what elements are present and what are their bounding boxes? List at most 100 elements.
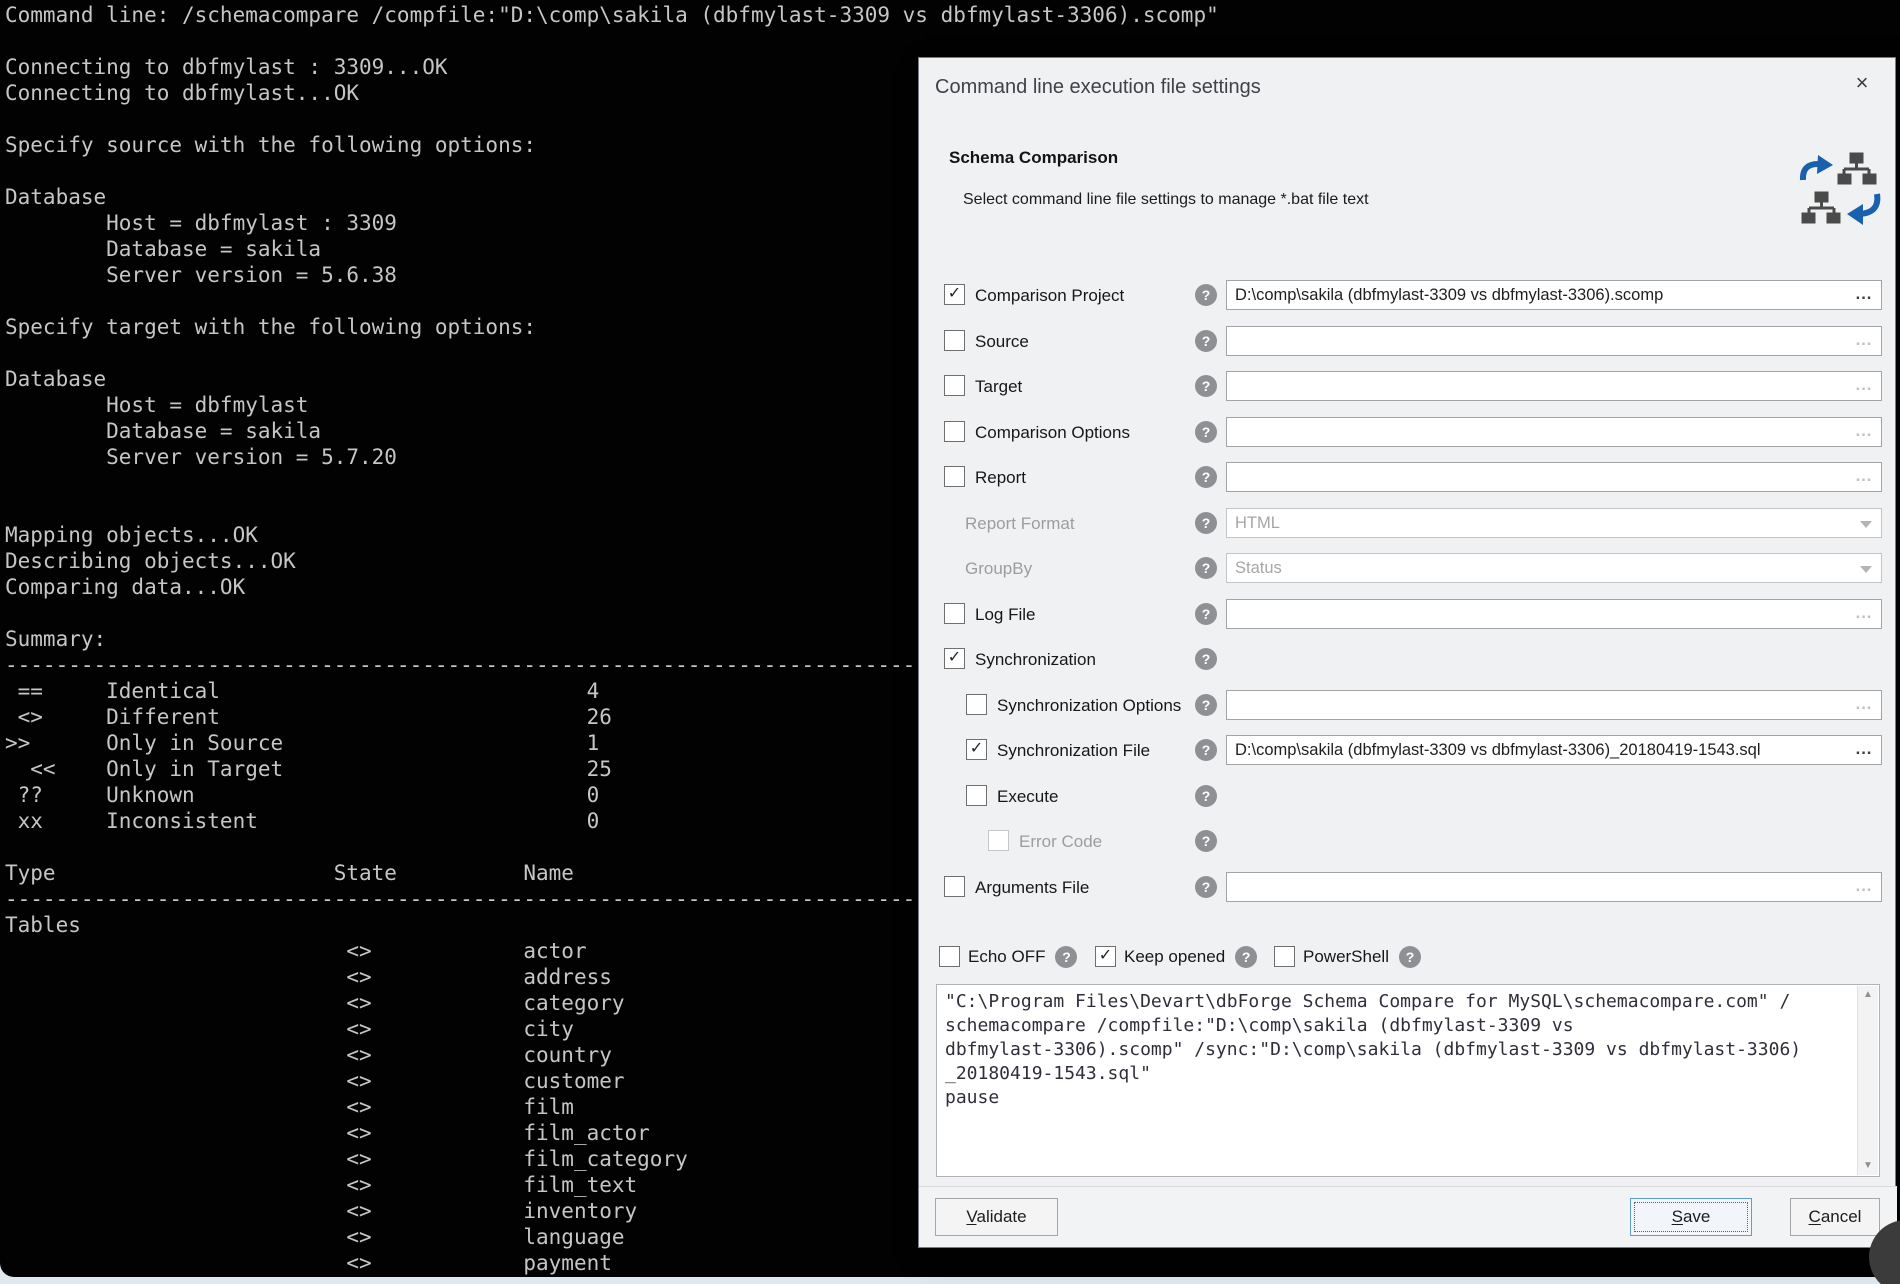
- target-browse-button[interactable]: ...: [1850, 372, 1878, 398]
- option-echo-off: Echo OFF?: [939, 934, 1077, 979]
- log-file-label: Log File: [975, 592, 1035, 637]
- report-format-dropdown-icon: [1860, 521, 1872, 528]
- report-input[interactable]: ...: [1226, 462, 1882, 492]
- echo-off-label: Echo OFF: [968, 947, 1045, 967]
- setting-row-log-file: Log File?...: [919, 592, 1897, 638]
- setting-row-synchronization: ✓Synchronization?: [919, 637, 1897, 683]
- scroll-down-icon[interactable]: ▼: [1858, 1157, 1878, 1175]
- arguments-file-checkbox[interactable]: [944, 876, 965, 897]
- bat-file-text[interactable]: "C:\Program Files\Devart\dbForge Schema …: [937, 985, 1879, 1176]
- validate-button[interactable]: Validate: [935, 1198, 1058, 1236]
- setting-row-target: Target?...: [919, 364, 1897, 410]
- schema-compare-icon: [1797, 152, 1883, 228]
- execute-help-icon[interactable]: ?: [1195, 785, 1217, 807]
- synchronization-checkbox[interactable]: ✓: [944, 648, 965, 669]
- setting-row-report: Report?...: [919, 455, 1897, 501]
- groupby-dropdown-icon: [1860, 566, 1872, 573]
- setting-row-synchronization-options: Synchronization Options?...: [919, 683, 1897, 729]
- synchronization-file-browse-button[interactable]: ...: [1850, 736, 1878, 762]
- arguments-file-input[interactable]: ...: [1226, 872, 1882, 902]
- dialog-footer: Validate Save Cancel: [919, 1186, 1897, 1247]
- echo-off-help-icon[interactable]: ?: [1055, 946, 1077, 968]
- header-title: Schema Comparison: [949, 148, 1118, 168]
- synchronization-options-checkbox[interactable]: [966, 694, 987, 715]
- settings-rows: ✓ Comparison Project? D:\comp\sakila (dbfm…: [919, 273, 1897, 910]
- comparison-project-checkbox[interactable]: ✓: [944, 284, 965, 305]
- report-help-icon[interactable]: ?: [1195, 466, 1217, 488]
- synchronization-file-input[interactable]: D:\comp\sakila (dbfmylast-3309 vs dbfmyl…: [1226, 735, 1882, 765]
- synchronization-file-help-icon[interactable]: ?: [1195, 739, 1217, 761]
- report-checkbox[interactable]: [944, 466, 965, 487]
- setting-row-synchronization-file: ✓ Synchronization File? D:\comp\sakila (db…: [919, 728, 1897, 774]
- report-format-label: Report Format: [965, 501, 1075, 546]
- cancel-button[interactable]: Cancel: [1790, 1198, 1880, 1236]
- target-checkbox[interactable]: [944, 375, 965, 396]
- setting-row-comparison-options: Comparison Options?...: [919, 410, 1897, 456]
- bat-file-text-box: "C:\Program Files\Devart\dbForge Schema …: [936, 984, 1880, 1177]
- arguments-file-label: Arguments File: [975, 865, 1089, 910]
- scroll-up-icon[interactable]: ▲: [1858, 986, 1878, 1004]
- synchronization-options-input[interactable]: ...: [1226, 690, 1882, 720]
- echo-off-checkbox[interactable]: [939, 946, 960, 967]
- setting-row-groupby: GroupBy? Status: [919, 546, 1897, 592]
- comparison-project-value: D:\comp\sakila (dbfmylast-3309 vs dbfmyl…: [1227, 281, 1881, 309]
- comparison-project-input[interactable]: D:\comp\sakila (dbfmylast-3309 vs dbfmyl…: [1226, 280, 1882, 310]
- error-code-help-icon[interactable]: ?: [1195, 830, 1217, 852]
- comparison-options-label: Comparison Options: [975, 410, 1130, 455]
- powershell-help-icon[interactable]: ?: [1399, 946, 1421, 968]
- synchronization-file-label: Synchronization File: [997, 728, 1150, 773]
- log-file-input[interactable]: ...: [1226, 599, 1882, 629]
- synchronization-help-icon[interactable]: ?: [1195, 648, 1217, 670]
- groupby-value: Status: [1227, 554, 1881, 582]
- log-file-checkbox[interactable]: [944, 603, 965, 624]
- report-format-input: HTML: [1226, 508, 1882, 538]
- arguments-file-browse-button[interactable]: ...: [1850, 873, 1878, 899]
- report-format-help-icon[interactable]: ?: [1195, 512, 1217, 534]
- groupby-label: GroupBy: [965, 546, 1032, 591]
- groupby-input: Status: [1226, 553, 1882, 583]
- powershell-checkbox[interactable]: [1274, 946, 1295, 967]
- powershell-label: PowerShell: [1303, 947, 1389, 967]
- comparison-options-browse-button[interactable]: ...: [1850, 418, 1878, 444]
- execute-label: Execute: [997, 774, 1058, 819]
- setting-row-source: Source?...: [919, 319, 1897, 365]
- comparison-project-label: Comparison Project: [975, 273, 1124, 318]
- synchronization-options-browse-button[interactable]: ...: [1850, 691, 1878, 717]
- source-label: Source: [975, 319, 1029, 364]
- comparison-project-help-icon[interactable]: ?: [1195, 284, 1217, 306]
- setting-row-arguments-file: Arguments File?...: [919, 865, 1897, 911]
- execute-checkbox[interactable]: [966, 785, 987, 806]
- screen: Command line: /schemacompare /compfile:"…: [0, 0, 1900, 1284]
- error-code-checkbox: [988, 830, 1009, 851]
- log-file-help-icon[interactable]: ?: [1195, 603, 1217, 625]
- header-subtitle: Select command line file settings to man…: [963, 191, 1369, 209]
- arguments-file-help-icon[interactable]: ?: [1195, 876, 1217, 898]
- keep-opened-checkbox[interactable]: ✓: [1095, 946, 1116, 967]
- source-browse-button[interactable]: ...: [1850, 327, 1878, 353]
- groupby-help-icon[interactable]: ?: [1195, 557, 1217, 579]
- source-input[interactable]: ...: [1226, 326, 1882, 356]
- save-button[interactable]: Save: [1630, 1198, 1752, 1236]
- source-checkbox[interactable]: [944, 330, 965, 351]
- keep-opened-label: Keep opened: [1124, 947, 1225, 967]
- setting-row-report-format: Report Format? HTML: [919, 501, 1897, 547]
- comparison-project-browse-button[interactable]: ...: [1850, 281, 1878, 307]
- source-help-icon[interactable]: ?: [1195, 330, 1217, 352]
- keep-opened-help-icon[interactable]: ?: [1235, 946, 1257, 968]
- option-keep-opened: ✓ Keep opened?: [1095, 934, 1257, 979]
- comparison-options-checkbox[interactable]: [944, 421, 965, 442]
- comparison-options-input[interactable]: ...: [1226, 417, 1882, 447]
- close-icon[interactable]: ×: [1847, 68, 1877, 98]
- target-input[interactable]: ...: [1226, 371, 1882, 401]
- target-help-icon[interactable]: ?: [1195, 375, 1217, 397]
- report-browse-button[interactable]: ...: [1850, 463, 1878, 489]
- synchronization-file-value: D:\comp\sakila (dbfmylast-3309 vs dbfmyl…: [1227, 736, 1881, 764]
- comparison-options-help-icon[interactable]: ?: [1195, 421, 1217, 443]
- dialog-title: Command line execution file settings: [935, 76, 1261, 99]
- log-file-browse-button[interactable]: ...: [1850, 600, 1878, 626]
- synchronization-file-checkbox[interactable]: ✓: [966, 739, 987, 760]
- setting-row-execute: Execute?: [919, 774, 1897, 820]
- synchronization-options-help-icon[interactable]: ?: [1195, 694, 1217, 716]
- batch-scrollbar[interactable]: ▲ ▼: [1857, 986, 1878, 1175]
- target-label: Target: [975, 364, 1022, 409]
